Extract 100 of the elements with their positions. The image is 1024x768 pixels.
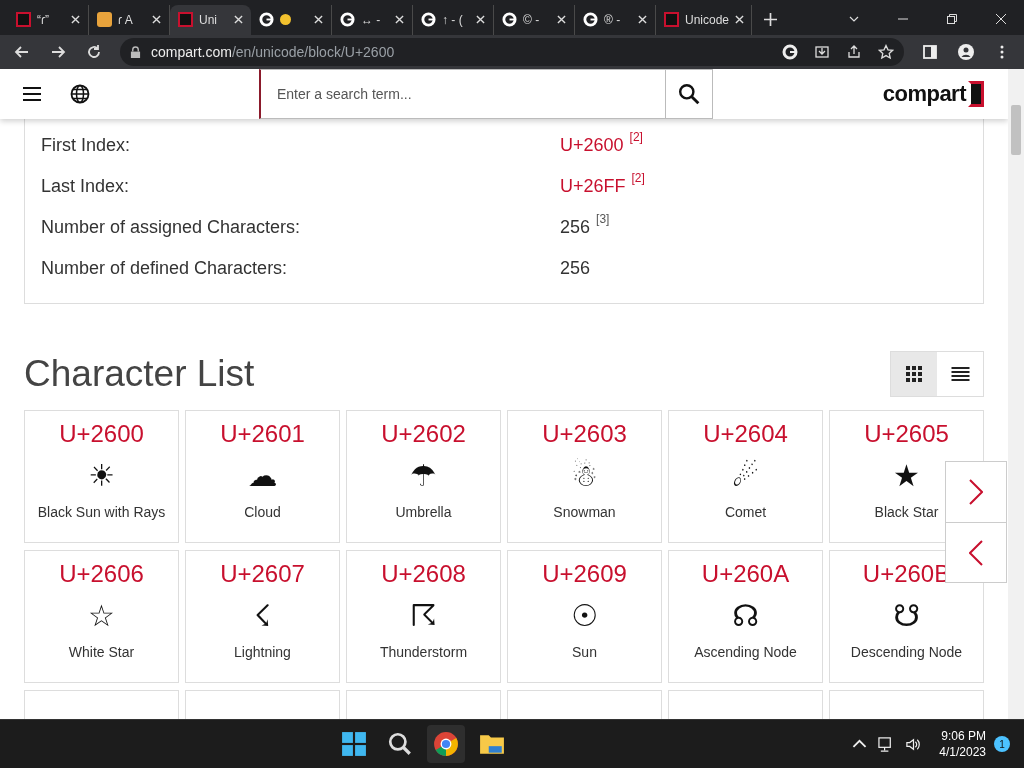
- tab-title: ɾ A: [118, 12, 133, 27]
- character-glyph: ☂: [410, 458, 437, 496]
- close-icon[interactable]: [314, 15, 323, 25]
- character-glyph: ☊: [732, 598, 759, 636]
- info-value: 256: [560, 258, 591, 280]
- browser-tab[interactable]: ® -: [575, 4, 656, 35]
- character-name: Cloud: [244, 504, 281, 521]
- character-card[interactable]: U+2609 ☉ Sun: [507, 550, 662, 684]
- close-icon[interactable]: [234, 15, 243, 25]
- value-link[interactable]: U+26FF: [560, 176, 626, 198]
- character-card[interactable]: U+260A ☊ Ascending Node: [668, 550, 823, 684]
- browser-tab[interactable]: Uni: [170, 4, 251, 35]
- character-card[interactable]: U+2604 ☄ Comet: [668, 410, 823, 544]
- character-name: Black Sun with Rays: [37, 504, 166, 521]
- code-point: U+2607: [220, 560, 305, 589]
- browser-tab[interactable]: Unicode: [656, 4, 752, 35]
- list-icon: [950, 366, 970, 383]
- character-glyph: ☇: [253, 598, 272, 636]
- character-glyph: ☀: [88, 458, 115, 496]
- code-point: U+2600: [59, 420, 144, 449]
- chrome-icon[interactable]: [427, 725, 466, 764]
- code-point: U+2609: [542, 560, 627, 589]
- close-icon[interactable]: [735, 15, 745, 25]
- tab-title: Unicode: [685, 12, 730, 27]
- info-label: Number of defined Characters:: [41, 258, 289, 280]
- character-card[interactable]: U+2603 ☃ Snowman: [507, 410, 662, 544]
- code-point: U+2606: [59, 560, 144, 589]
- character-card[interactable]: U+2608 ☈ Thunderstorm: [346, 550, 501, 684]
- search-field[interactable]: Enter a search term...: [259, 69, 665, 120]
- code-point: U+2605: [864, 420, 949, 449]
- code-point: U+260A: [701, 560, 790, 589]
- character-name: Snowman: [553, 504, 616, 521]
- character-glyph: ☋: [893, 598, 920, 636]
- close-icon[interactable]: [557, 15, 566, 25]
- close-icon[interactable]: [71, 15, 80, 25]
- info-value: 256: [560, 217, 591, 239]
- info-label: First Index:: [41, 135, 132, 157]
- character-card[interactable]: U+2601 ☁ Cloud: [185, 410, 340, 544]
- chevron-left-icon: [969, 539, 983, 566]
- google-favicon-icon: [340, 12, 355, 28]
- tab-title: Uni: [199, 12, 217, 27]
- footnote-link[interactable]: [2]: [631, 171, 645, 198]
- info-label: Last Index:: [41, 176, 131, 198]
- grid-view-button[interactable]: [891, 352, 937, 397]
- character-name: Thunderstorm: [379, 644, 468, 661]
- code-point: U+2603: [542, 420, 627, 449]
- tab-title: ↔ -: [361, 12, 381, 27]
- clock[interactable]: 9:06 PM 4/1/2023: [939, 728, 986, 761]
- google-icon[interactable]: [782, 44, 798, 61]
- character-name: Umbrella: [395, 504, 452, 521]
- google-favicon-icon: [259, 12, 274, 28]
- character-name: Sun: [572, 644, 597, 661]
- character-card[interactable]: U+2602 ☂ Umbrella: [346, 410, 501, 544]
- new-tab-icon[interactable]: [764, 12, 777, 26]
- chevron-right-icon: [969, 479, 983, 506]
- tab-title: © -: [523, 12, 540, 27]
- character-name: Ascending Node: [694, 644, 797, 661]
- character-glyph: ☄: [732, 458, 759, 496]
- browser-tab[interactable]: ↑ - (: [413, 4, 494, 35]
- notification-badge[interactable]: 1: [994, 736, 1010, 753]
- browser-tab[interactable]: “ɾ”: [8, 4, 89, 35]
- character-card[interactable]: U+2607 ☇ Lightning: [185, 550, 340, 684]
- character-card[interactable]: U+2606 ☆ White Star: [24, 550, 179, 684]
- footnote-link[interactable]: [2]: [629, 130, 643, 157]
- restore-icon[interactable]: [946, 12, 958, 25]
- close-icon[interactable]: [638, 15, 647, 25]
- star-icon[interactable]: [878, 44, 894, 61]
- google-favicon-icon: [583, 12, 598, 28]
- site-favicon-icon: [664, 12, 679, 28]
- square-favicon-icon: [97, 12, 112, 28]
- character-glyph: ☈: [410, 598, 437, 636]
- character-glyph: ★: [893, 458, 920, 496]
- code-point: U+2604: [703, 420, 788, 449]
- character-glyph: ☆: [88, 598, 115, 636]
- compart-logo[interactable]: compart: [882, 81, 984, 108]
- code-point: U+2608: [381, 560, 466, 589]
- install-icon[interactable]: [814, 44, 830, 61]
- character-glyph: ☁: [247, 458, 278, 496]
- search-icon: [678, 83, 700, 106]
- close-icon[interactable]: [995, 12, 1007, 25]
- footnote-link[interactable]: [3]: [596, 212, 610, 239]
- close-icon[interactable]: [152, 15, 161, 25]
- address-bar[interactable]: compart.com/en/unicode/block/U+2600: [120, 38, 904, 67]
- section-heading: Character List: [24, 353, 256, 396]
- character-card[interactable]: U+2600 ☀ Black Sun with Rays: [24, 410, 179, 544]
- site-favicon-icon: [16, 12, 31, 28]
- character-name: White Star: [68, 644, 135, 661]
- share-icon[interactable]: [846, 44, 862, 61]
- tab-title: ® -: [604, 12, 621, 27]
- value-link[interactable]: U+2600: [560, 135, 624, 157]
- browser-tab[interactable]: ɾ A: [89, 4, 170, 35]
- lock-icon: [130, 45, 141, 59]
- tab-title: ↑ - (: [442, 12, 463, 27]
- globe-icon[interactable]: [69, 84, 91, 105]
- close-icon[interactable]: [395, 15, 404, 25]
- character-name: Black Star: [874, 504, 939, 521]
- browser-tab[interactable]: ↔ -: [332, 4, 413, 35]
- browser-tab[interactable]: © -: [494, 4, 575, 35]
- close-icon[interactable]: [476, 15, 485, 25]
- search-button[interactable]: [665, 69, 713, 120]
